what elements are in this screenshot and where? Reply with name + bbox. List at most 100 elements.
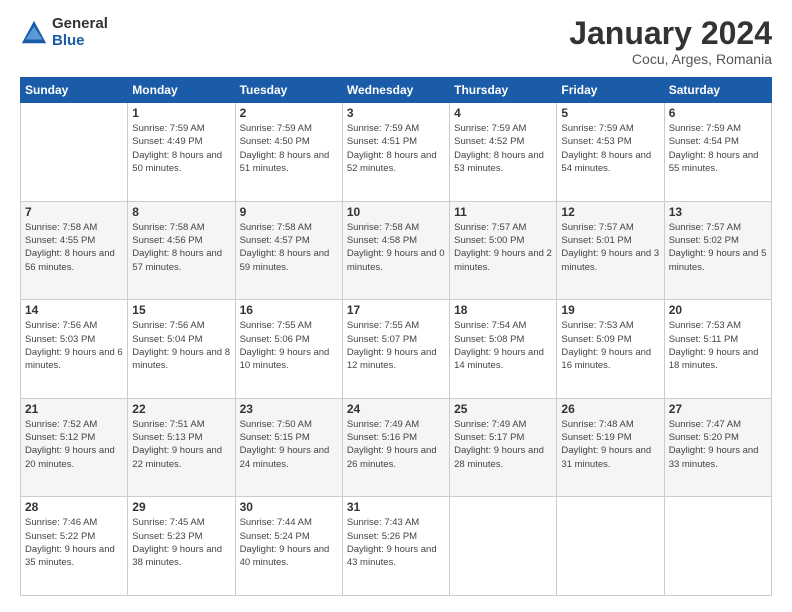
header: General Blue January 2024 Cocu, Arges, R… <box>20 16 772 67</box>
day-number: 9 <box>240 205 338 219</box>
calendar-header-row: Sunday Monday Tuesday Wednesday Thursday… <box>21 78 772 103</box>
table-row: 17Sunrise: 7:55 AMSunset: 5:07 PMDayligh… <box>342 300 449 399</box>
table-row: 2 Sunrise: 7:59 AMSunset: 4:50 PMDaylight… <box>235 103 342 202</box>
calendar-week-5: 28 Sunrise: 7:46 AMSunset: 5:22 PMDayligh… <box>21 497 772 596</box>
day-info: Sunrise: 7:59 AMSunset: 4:51 PMDaylight:… <box>347 122 445 175</box>
calendar-table: Sunday Monday Tuesday Wednesday Thursday… <box>20 77 772 596</box>
day-number: 2 <box>240 106 338 120</box>
day-info: Sunrise: 7:47 AMSunset: 5:20 PMDaylight:… <box>669 418 767 471</box>
day-number: 14 <box>25 303 123 317</box>
table-row: 10 Sunrise: 7:58 AMSunset: 4:58 PMDayligh… <box>342 201 449 300</box>
logo: General Blue <box>20 16 108 49</box>
day-number: 18 <box>454 303 552 317</box>
day-number: 17 <box>347 303 445 317</box>
table-row: 3 Sunrise: 7:59 AMSunset: 4:51 PMDaylight… <box>342 103 449 202</box>
day-number: 30 <box>240 500 338 514</box>
table-row: 22 Sunrise: 7:51 AMSunset: 5:13 PMDayligh… <box>128 398 235 497</box>
logo-text: General Blue <box>52 16 108 49</box>
day-info: Sunrise: 7:45 AMSunset: 5:23 PMDaylight:… <box>132 516 230 569</box>
day-info: Sunrise: 7:46 AMSunset: 5:22 PMDaylight:… <box>25 516 123 569</box>
day-info: Sunrise: 7:53 AMSunset: 5:11 PMDaylight:… <box>669 319 767 372</box>
day-info: Sunrise: 7:48 AMSunset: 5:19 PMDaylight:… <box>561 418 659 471</box>
day-number: 31 <box>347 500 445 514</box>
table-row: 7Sunrise: 7:58 AMSunset: 4:55 PMDaylight… <box>21 201 128 300</box>
table-row: 23 Sunrise: 7:50 AMSunset: 5:15 PMDayligh… <box>235 398 342 497</box>
day-number: 21 <box>25 402 123 416</box>
table-row: 15 Sunrise: 7:56 AMSunset: 5:04 PMDayligh… <box>128 300 235 399</box>
day-info: Sunrise: 7:59 AMSunset: 4:52 PMDaylight:… <box>454 122 552 175</box>
table-row: 30 Sunrise: 7:44 AMSunset: 5:24 PMDayligh… <box>235 497 342 596</box>
table-row: 4 Sunrise: 7:59 AMSunset: 4:52 PMDaylight… <box>450 103 557 202</box>
day-number: 12 <box>561 205 659 219</box>
calendar-week-2: 7Sunrise: 7:58 AMSunset: 4:55 PMDaylight… <box>21 201 772 300</box>
table-row: 19 Sunrise: 7:53 AMSunset: 5:09 PMDayligh… <box>557 300 664 399</box>
table-row: 5 Sunrise: 7:59 AMSunset: 4:53 PMDaylight… <box>557 103 664 202</box>
day-number: 15 <box>132 303 230 317</box>
day-number: 7 <box>25 205 123 219</box>
month-title: January 2024 <box>569 16 772 51</box>
table-row: 1 Sunrise: 7:59 AMSunset: 4:49 PMDaylight… <box>128 103 235 202</box>
day-number: 16 <box>240 303 338 317</box>
table-row: 29 Sunrise: 7:45 AMSunset: 5:23 PMDayligh… <box>128 497 235 596</box>
day-number: 1 <box>132 106 230 120</box>
day-number: 22 <box>132 402 230 416</box>
day-number: 20 <box>669 303 767 317</box>
day-number: 10 <box>347 205 445 219</box>
day-info: Sunrise: 7:43 AMSunset: 5:26 PMDaylight:… <box>347 516 445 569</box>
day-info: Sunrise: 7:59 AMSunset: 4:49 PMDaylight:… <box>132 122 230 175</box>
day-number: 5 <box>561 106 659 120</box>
day-info: Sunrise: 7:49 AMSunset: 5:17 PMDaylight:… <box>454 418 552 471</box>
header-saturday: Saturday <box>664 78 771 103</box>
day-number: 8 <box>132 205 230 219</box>
day-number: 28 <box>25 500 123 514</box>
table-row: 16 Sunrise: 7:55 AMSunset: 5:06 PMDayligh… <box>235 300 342 399</box>
day-number: 25 <box>454 402 552 416</box>
table-row: 31 Sunrise: 7:43 AMSunset: 5:26 PMDayligh… <box>342 497 449 596</box>
day-info: Sunrise: 7:57 AMSunset: 5:01 PMDaylight:… <box>561 221 659 274</box>
logo-icon <box>20 19 48 47</box>
logo-blue: Blue <box>52 33 108 50</box>
calendar-week-1: 1 Sunrise: 7:59 AMSunset: 4:49 PMDaylight… <box>21 103 772 202</box>
table-row: 14Sunrise: 7:56 AMSunset: 5:03 PMDayligh… <box>21 300 128 399</box>
day-info: Sunrise: 7:56 AMSunset: 5:04 PMDaylight:… <box>132 319 230 372</box>
table-row: 11Sunrise: 7:57 AMSunset: 5:00 PMDayligh… <box>450 201 557 300</box>
day-number: 24 <box>347 402 445 416</box>
day-info: Sunrise: 7:59 AMSunset: 4:53 PMDaylight:… <box>561 122 659 175</box>
day-number: 19 <box>561 303 659 317</box>
table-row <box>450 497 557 596</box>
header-tuesday: Tuesday <box>235 78 342 103</box>
page: General Blue January 2024 Cocu, Arges, R… <box>0 0 792 612</box>
day-info: Sunrise: 7:50 AMSunset: 5:15 PMDaylight:… <box>240 418 338 471</box>
day-info: Sunrise: 7:44 AMSunset: 5:24 PMDaylight:… <box>240 516 338 569</box>
day-info: Sunrise: 7:59 AMSunset: 4:54 PMDaylight:… <box>669 122 767 175</box>
location-subtitle: Cocu, Arges, Romania <box>569 51 772 67</box>
table-row: 6 Sunrise: 7:59 AMSunset: 4:54 PMDaylight… <box>664 103 771 202</box>
day-info: Sunrise: 7:53 AMSunset: 5:09 PMDaylight:… <box>561 319 659 372</box>
day-number: 11 <box>454 205 552 219</box>
day-number: 4 <box>454 106 552 120</box>
title-area: January 2024 Cocu, Arges, Romania <box>569 16 772 67</box>
day-info: Sunrise: 7:54 AMSunset: 5:08 PMDaylight:… <box>454 319 552 372</box>
table-row: 20 Sunrise: 7:53 AMSunset: 5:11 PMDayligh… <box>664 300 771 399</box>
day-info: Sunrise: 7:59 AMSunset: 4:50 PMDaylight:… <box>240 122 338 175</box>
day-info: Sunrise: 7:51 AMSunset: 5:13 PMDaylight:… <box>132 418 230 471</box>
day-number: 26 <box>561 402 659 416</box>
day-info: Sunrise: 7:52 AMSunset: 5:12 PMDaylight:… <box>25 418 123 471</box>
table-row: 26 Sunrise: 7:48 AMSunset: 5:19 PMDayligh… <box>557 398 664 497</box>
day-number: 3 <box>347 106 445 120</box>
table-row <box>664 497 771 596</box>
table-row: 25 Sunrise: 7:49 AMSunset: 5:17 PMDayligh… <box>450 398 557 497</box>
day-number: 29 <box>132 500 230 514</box>
header-wednesday: Wednesday <box>342 78 449 103</box>
day-info: Sunrise: 7:49 AMSunset: 5:16 PMDaylight:… <box>347 418 445 471</box>
day-info: Sunrise: 7:55 AMSunset: 5:06 PMDaylight:… <box>240 319 338 372</box>
table-row: 18 Sunrise: 7:54 AMSunset: 5:08 PMDayligh… <box>450 300 557 399</box>
table-row: 12 Sunrise: 7:57 AMSunset: 5:01 PMDayligh… <box>557 201 664 300</box>
table-row <box>557 497 664 596</box>
day-number: 23 <box>240 402 338 416</box>
day-number: 6 <box>669 106 767 120</box>
day-info: Sunrise: 7:58 AMSunset: 4:58 PMDaylight:… <box>347 221 445 274</box>
day-info: Sunrise: 7:57 AMSunset: 5:02 PMDaylight:… <box>669 221 767 274</box>
table-row: 9Sunrise: 7:58 AMSunset: 4:57 PMDaylight… <box>235 201 342 300</box>
table-row: 24 Sunrise: 7:49 AMSunset: 5:16 PMDayligh… <box>342 398 449 497</box>
